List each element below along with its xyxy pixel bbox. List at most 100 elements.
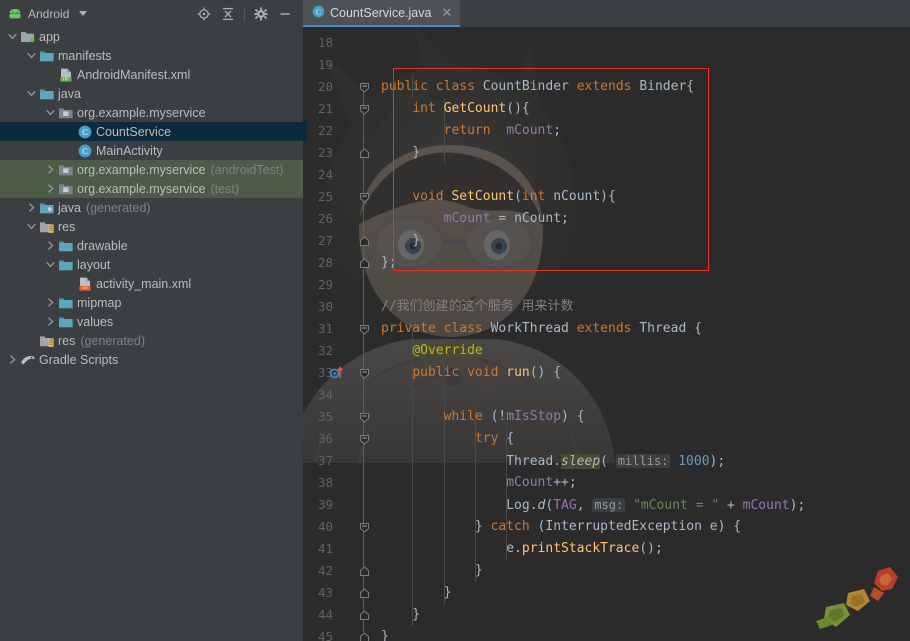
gutter-line-41[interactable]: 41 — [303, 538, 381, 560]
gutter-line-34[interactable]: 34 — [303, 384, 381, 406]
tree-item-mipmap[interactable]: mipmap — [0, 293, 303, 312]
tree-item-res[interactable]: res(generated) — [0, 331, 303, 350]
gutter-line-25[interactable]: 25 — [303, 186, 381, 208]
fold-end-icon[interactable] — [357, 142, 371, 164]
tree-item-java[interactable]: java(generated) — [0, 198, 303, 217]
gutter-line-31[interactable]: 31 — [303, 318, 381, 340]
tree-item-drawable[interactable]: drawable — [0, 236, 303, 255]
gutter-line-36[interactable]: 36 — [303, 428, 381, 450]
package-icon — [57, 179, 74, 198]
fold-end-icon[interactable] — [357, 560, 371, 582]
android-robot-icon — [8, 9, 22, 19]
project-view-selector[interactable]: Android — [8, 7, 87, 21]
tree-item-androidmanifest-xml[interactable]: HFAndroidManifest.xml — [0, 65, 303, 84]
gutter-line-33[interactable]: 33 — [303, 362, 381, 384]
gutter-line-37[interactable]: 37 — [303, 450, 381, 472]
tree-item-activity-main-xml[interactable]: <>activity_main.xml — [0, 274, 303, 293]
gutter-line-22[interactable]: 22 — [303, 120, 381, 142]
chevron-down-icon[interactable] — [25, 84, 38, 103]
fold-collapse-icon[interactable] — [357, 186, 371, 208]
gutter-line-24[interactable]: 24 — [303, 164, 381, 186]
fold-collapse-icon[interactable] — [357, 318, 371, 340]
chevron-right-icon[interactable] — [25, 198, 38, 217]
fold-collapse-icon[interactable] — [357, 362, 371, 384]
project-tree[interactable]: appmanifestsHFAndroidManifest.xmljavaorg… — [0, 27, 303, 369]
tree-item-org-example-myservice[interactable]: org.example.myservice(androidTest) — [0, 160, 303, 179]
chevron-down-icon[interactable] — [25, 217, 38, 236]
chevron-down-icon[interactable] — [25, 46, 38, 65]
fold-end-icon[interactable] — [357, 626, 371, 641]
fold-collapse-icon[interactable] — [357, 428, 371, 450]
token-pln: ( — [600, 454, 616, 469]
chevron-down-icon[interactable] — [6, 27, 19, 46]
gutter-line-39[interactable]: 39 — [303, 494, 381, 516]
gutter-line-35[interactable]: 35 — [303, 406, 381, 428]
chevron-down-icon[interactable] — [44, 255, 57, 274]
fold-end-icon[interactable] — [357, 252, 371, 274]
minimize-icon[interactable] — [273, 3, 297, 25]
collapse-all-icon[interactable] — [216, 3, 240, 25]
chevron-down-icon[interactable] — [79, 11, 87, 16]
chevron-right-icon[interactable] — [6, 350, 19, 369]
token-kw: private — [381, 321, 444, 336]
tree-item-res[interactable]: res — [0, 217, 303, 236]
chevron-right-icon[interactable] — [44, 293, 57, 312]
gutter-line-38[interactable]: 38 — [303, 472, 381, 494]
tree-item-values[interactable]: values — [0, 312, 303, 331]
gutter-line-18[interactable]: 18 — [303, 32, 381, 54]
android-studio-window: Android — [0, 0, 910, 641]
gutter-line-43[interactable]: 43 — [303, 582, 381, 604]
gutter-line-19[interactable]: 19 — [303, 54, 381, 76]
code-viewport[interactable]: 18192021 22 232425 26 2728293031323334353637… — [303, 27, 910, 641]
gutter-line-26[interactable]: 26 — [303, 208, 381, 230]
gutter-line-20[interactable]: 20 — [303, 76, 381, 98]
tree-item-layout[interactable]: layout — [0, 255, 303, 274]
gutter-line-29[interactable]: 29 — [303, 274, 381, 296]
token-pln: e. — [381, 541, 522, 556]
line-number: 39 — [318, 497, 333, 512]
fold-end-icon[interactable] — [357, 604, 371, 626]
tree-item-mainactivity[interactable]: CMainActivity — [0, 141, 303, 160]
gutter-line-23[interactable]: 23 — [303, 142, 381, 164]
gutter-line-21[interactable]: 21 — [303, 98, 381, 120]
gutter-line-30[interactable]: 30 — [303, 296, 381, 318]
editor-gutter[interactable]: 18192021 22 232425 26 2728293031323334353637… — [303, 27, 381, 641]
chevron-down-icon[interactable] — [44, 103, 57, 122]
close-icon[interactable]: ✕ — [441, 6, 452, 19]
fold-end-icon[interactable] — [357, 230, 371, 252]
tree-item-java[interactable]: java — [0, 84, 303, 103]
fold-collapse-icon[interactable] — [357, 76, 371, 98]
line-number: 26 — [318, 211, 333, 226]
gutter-line-45[interactable]: 45 — [303, 626, 381, 641]
tree-item-manifests[interactable]: manifests — [0, 46, 303, 65]
tree-item-org-example-myservice[interactable]: org.example.myservice(test) — [0, 179, 303, 198]
editor-tab-countservice[interactable]: C CountService.java ✕ — [303, 0, 460, 27]
gutter-line-27[interactable]: 27 — [303, 230, 381, 252]
tree-item-gradle-scripts[interactable]: Gradle Scripts — [0, 350, 303, 369]
gutter-line-28[interactable]: 28 — [303, 252, 381, 274]
chevron-right-icon[interactable] — [44, 236, 57, 255]
fold-collapse-icon[interactable] — [357, 516, 371, 538]
locate-target-icon[interactable] — [192, 3, 216, 25]
gutter-line-44[interactable]: 44 — [303, 604, 381, 626]
token-pln: () { — [530, 365, 561, 380]
gutter-line-42[interactable]: 42 — [303, 560, 381, 582]
gear-icon[interactable] — [249, 3, 273, 25]
tree-item-countservice[interactable]: CCountService — [0, 122, 303, 141]
token-pln: }; — [381, 255, 397, 270]
token-mth: GetCount — [444, 101, 507, 116]
code-text[interactable]: public class CountBinder extends Binder{… — [381, 27, 910, 641]
line-number: 22 — [318, 123, 333, 138]
chevron-right-icon[interactable] — [44, 179, 57, 198]
gutter-line-40[interactable]: 40 — [303, 516, 381, 538]
chevron-right-icon[interactable] — [44, 312, 57, 331]
fold-end-icon[interactable] — [357, 582, 371, 604]
tree-item-app[interactable]: app — [0, 27, 303, 46]
tree-item-org-example-myservice[interactable]: org.example.myservice — [0, 103, 303, 122]
chevron-right-icon[interactable] — [44, 160, 57, 179]
token-pln: } — [381, 607, 420, 622]
fold-collapse-icon[interactable] — [357, 406, 371, 428]
override-method-icon[interactable] — [329, 365, 345, 381]
gutter-line-32[interactable]: 32 — [303, 340, 381, 362]
fold-collapse-icon[interactable] — [357, 98, 371, 120]
